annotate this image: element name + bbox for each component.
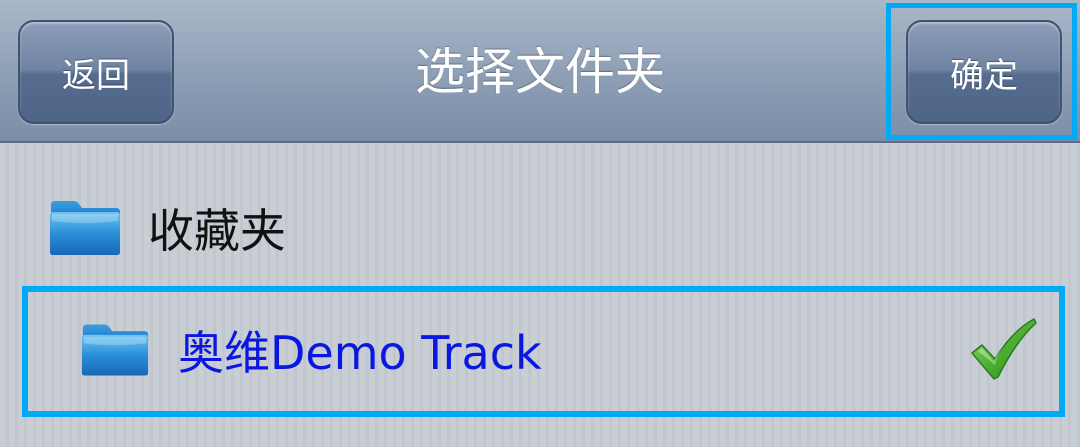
- page-title: 选择文件夹: [415, 43, 665, 101]
- checkmark-icon: [971, 318, 1037, 380]
- back-button[interactable]: 返回: [18, 20, 174, 124]
- folder-list: 收藏夹 奥维Demo Track: [0, 143, 1080, 447]
- navigation-bar: 返回 选择文件夹 确定: [0, 0, 1080, 143]
- folder-icon: [81, 324, 149, 376]
- folder-label: 收藏夹: [148, 204, 286, 258]
- list-item-demo-track[interactable]: 奥维Demo Track: [80, 305, 1040, 395]
- list-item-favorites[interactable]: 收藏夹: [48, 183, 286, 273]
- folder-icon: [50, 201, 120, 255]
- folder-label-selected: 奥维Demo Track: [178, 326, 542, 380]
- confirm-button[interactable]: 确定: [906, 20, 1062, 124]
